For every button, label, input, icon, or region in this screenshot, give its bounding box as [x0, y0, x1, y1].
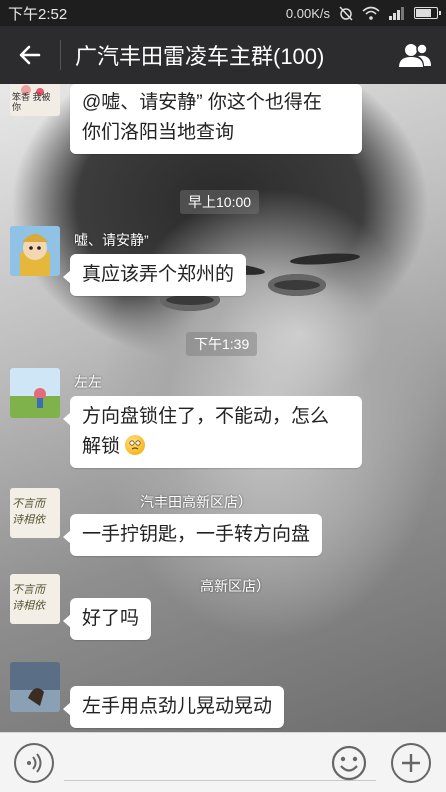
voice-button[interactable] [14, 743, 54, 783]
alarm-off-icon [339, 6, 353, 21]
message-text-line: 解锁 [82, 436, 121, 457]
status-time: 下午2:52 [8, 5, 68, 23]
time-divider: 下午1:39 [186, 332, 258, 356]
message-text: 一手拧钥匙，一手转方向盘 [82, 524, 311, 545]
message-text: 真应该弄个郑州的 [82, 264, 235, 285]
message-bubble[interactable]: 左手用点劲儿晃动晃动 [62, 686, 285, 728]
message-text: 左手用点劲儿晃动晃动 [82, 696, 273, 717]
battery-icon [414, 7, 441, 19]
signal-icon [389, 7, 404, 20]
chat-header: 广汽丰田雷凌车主群(100) [0, 26, 446, 84]
wifi-icon [362, 6, 380, 20]
message-text-line: 方向盘锁住了，不能动，怎么 [82, 406, 330, 427]
sender-name: 嘘、请安静” [74, 232, 149, 248]
message-bubble[interactable]: 真应该弄个郑州的 [62, 254, 247, 296]
avatar-image [10, 662, 60, 712]
avatar[interactable]: 不言而 诗相依 [10, 574, 60, 624]
avatar[interactable] [10, 226, 60, 276]
group-members-icon [399, 43, 431, 67]
message-bubble[interactable]: 一手拧钥匙，一手转方向盘 [62, 514, 323, 556]
avatar[interactable]: 笨香 我被你 [10, 84, 60, 116]
emoji-icon [331, 745, 367, 781]
input-bar [0, 732, 446, 792]
avatar[interactable] [10, 662, 60, 712]
group-members-button[interactable] [384, 26, 446, 84]
sender-name: 左左 [74, 374, 102, 390]
plus-icon [402, 754, 420, 772]
avatar[interactable]: 不言而 诗相依 [10, 488, 60, 538]
message-bubble[interactable]: @嘘、请安静” 你这个也得在 你们洛阳当地查询 [70, 84, 362, 154]
back-arrow-icon [19, 45, 41, 65]
plus-button[interactable] [391, 743, 431, 783]
avatar-image [10, 368, 60, 418]
avatar-caption: 笨香 我被你 [12, 92, 51, 112]
chat-title: 广汽丰田雷凌车主群(100) [75, 44, 325, 69]
sender-name: 高新区店） [200, 578, 270, 594]
message-text-line: @嘘、请安静” 你这个也得在 [82, 92, 322, 113]
message-list[interactable]: 笨香 我被你 @嘘、请安静” 你这个也得在 你们洛阳当地查询 早上10:00 嘘… [0, 84, 446, 732]
message-bubble[interactable]: 方向盘锁住了，不能动，怎么 解锁 [63, 396, 362, 468]
avatar-caption: 不言而 诗相依 [12, 498, 45, 526]
emoji-button[interactable] [329, 743, 369, 783]
net-speed: 0.00K/s [285, 5, 330, 21]
sender-name: 汽丰田高新区店） [140, 494, 252, 510]
avatar-image [10, 226, 60, 276]
time-divider: 早上10:00 [180, 190, 260, 214]
back-button[interactable] [0, 26, 60, 84]
confused-face-emoji [125, 435, 146, 455]
avatar[interactable] [10, 368, 60, 418]
message-text: 好了吗 [82, 608, 140, 629]
avatar-caption: 不言而 诗相依 [12, 584, 45, 612]
message-bubble[interactable]: 好了吗 [62, 598, 152, 640]
voice-icon [27, 753, 42, 773]
status-bar: 下午2:52 0.00K/s [0, 0, 446, 26]
message-text-line: 你们洛阳当地查询 [82, 122, 235, 143]
